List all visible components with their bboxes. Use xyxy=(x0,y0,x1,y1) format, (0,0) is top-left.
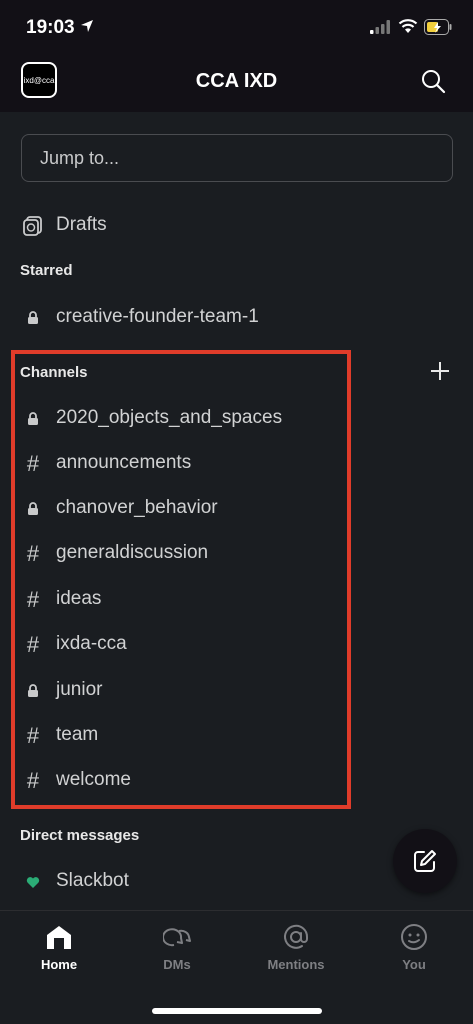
drafts-item[interactable]: Drafts xyxy=(0,205,473,245)
lock-icon xyxy=(22,307,44,329)
dms-icon xyxy=(163,928,191,947)
wifi-icon xyxy=(398,19,418,33)
channel-item[interactable]: creative-founder-team-1 xyxy=(0,297,473,337)
tab-mentions[interactable]: Mentions xyxy=(251,923,341,983)
tab-label: DMs xyxy=(163,957,191,972)
home-indicator xyxy=(152,1008,322,1014)
tab-you[interactable]: You xyxy=(369,923,459,983)
jump-to-input[interactable]: Jump to... xyxy=(21,134,453,182)
workspace-title: CCA IXD xyxy=(195,70,278,92)
search-icon[interactable] xyxy=(420,68,446,94)
heart-icon xyxy=(22,871,44,893)
location-arrow-icon xyxy=(81,20,93,32)
tab-label: You xyxy=(402,957,426,972)
status-bar: 19:03 xyxy=(0,0,473,56)
signal-icon xyxy=(370,20,390,34)
at-icon xyxy=(284,924,309,949)
tab-label: Mentions xyxy=(267,957,325,972)
app-header: ixd@cca CCA IXD xyxy=(0,56,473,112)
status-time: 19:03 xyxy=(26,17,75,38)
battery-icon xyxy=(424,19,452,35)
jump-to-placeholder: Jump to... xyxy=(40,148,120,168)
add-channel-plus-icon[interactable] xyxy=(429,360,451,382)
tab-home[interactable]: Home xyxy=(14,923,104,983)
compose-icon xyxy=(414,850,436,872)
tab-label: Home xyxy=(40,957,78,972)
drafts-icon xyxy=(22,215,44,237)
face-icon xyxy=(401,924,427,950)
home-icon xyxy=(47,926,71,949)
tab-bar: Home DMs Mentions You xyxy=(0,910,473,1024)
dm-label: Slackbot xyxy=(56,870,129,891)
channels-highlight-box xyxy=(11,350,351,809)
starred-section-title[interactable]: Starred xyxy=(20,262,73,279)
channel-label: creative-founder-team-1 xyxy=(56,306,259,327)
compose-button[interactable] xyxy=(393,829,457,893)
tab-dms[interactable]: DMs xyxy=(132,923,222,983)
dms-section-title[interactable]: Direct messages xyxy=(20,827,139,844)
drafts-label: Drafts xyxy=(56,214,107,235)
